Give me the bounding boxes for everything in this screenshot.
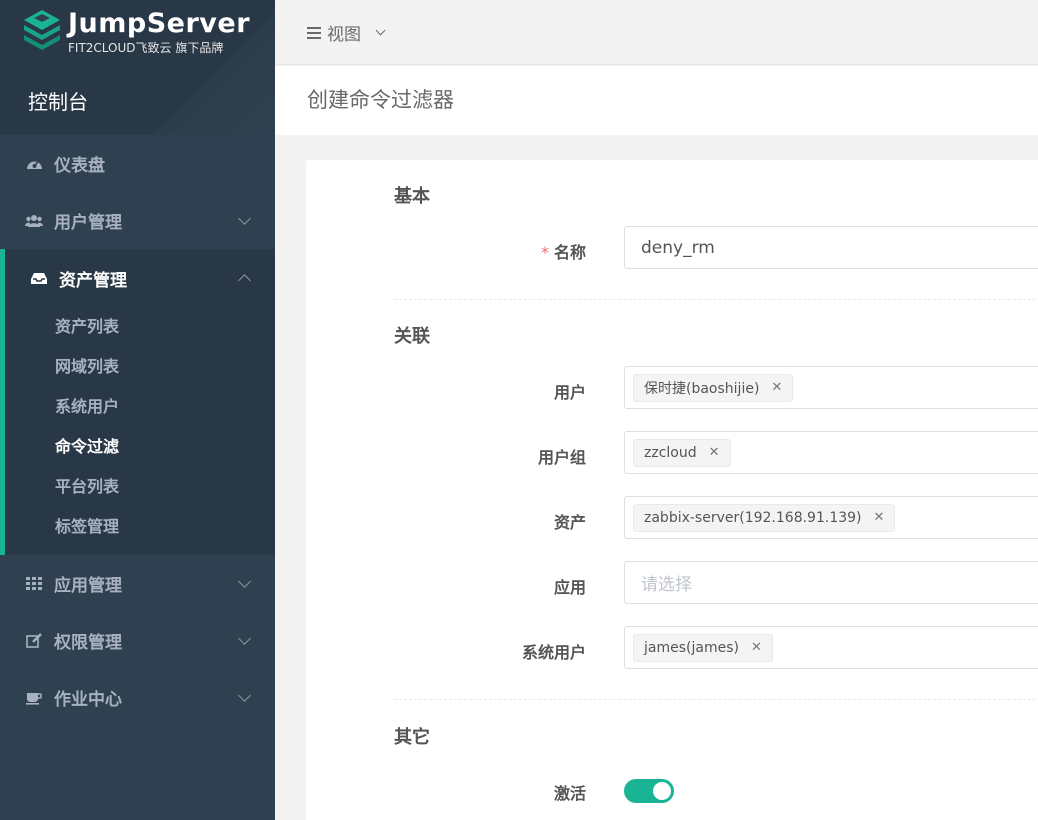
users-select[interactable]: 保时捷(baoshijie) ✕	[624, 366, 1038, 409]
required-mark: *	[540, 243, 549, 262]
sidebar-item-label: 用户管理	[54, 213, 122, 233]
logo[interactable]: JumpServer FIT2CLOUD飞致云 旗下品牌	[22, 8, 250, 55]
assets-label: 资产	[553, 513, 586, 532]
sidebar-subitem-domain-list[interactable]: 网域列表	[5, 347, 275, 387]
user-group-tag: zzcloud ✕	[633, 438, 731, 467]
chevron-down-icon	[238, 574, 251, 588]
inbox-icon	[30, 270, 48, 286]
users-icon	[25, 213, 43, 229]
sidebar: JumpServer FIT2CLOUD飞致云 旗下品牌 控制台 仪表盘 用户管…	[0, 0, 275, 820]
sidebar-item-permissions[interactable]: 权限管理	[0, 612, 275, 669]
name-input[interactable]: deny_rm	[624, 226, 1038, 269]
sidebar-item-label: 仪表盘	[54, 156, 105, 176]
section-title-relation: 关联	[394, 326, 430, 347]
page-title: 创建命令过滤器	[307, 88, 454, 112]
brand-tagline: FIT2CLOUD飞致云 旗下品牌	[68, 41, 224, 55]
chevron-down-icon	[238, 631, 251, 645]
name-label: * 名称	[540, 243, 586, 262]
view-menu-button[interactable]: 视图	[307, 20, 386, 45]
close-icon[interactable]: ✕	[874, 510, 885, 525]
chevron-up-icon	[238, 274, 251, 287]
chevron-down-icon	[375, 25, 386, 36]
console-title: 控制台	[28, 90, 88, 114]
brand-name: JumpServer	[68, 8, 251, 39]
section-divider	[394, 699, 1038, 700]
system-users-label: 系统用户	[521, 643, 586, 662]
dashboard-icon	[25, 156, 43, 172]
menu-icon	[307, 26, 321, 39]
grid-icon	[25, 576, 43, 592]
top-navbar: 视图	[275, 0, 1038, 65]
sidebar-subitem-system-user[interactable]: 系统用户	[5, 387, 275, 427]
user-groups-label: 用户组	[537, 448, 586, 467]
assets-select[interactable]: zabbix-server(192.168.91.139) ✕	[624, 496, 1038, 539]
edit-icon	[25, 633, 43, 649]
asset-tag: zabbix-server(192.168.91.139) ✕	[633, 503, 896, 532]
chevron-down-icon	[238, 211, 251, 225]
close-icon[interactable]: ✕	[771, 380, 782, 395]
section-title-basic: 基本	[394, 186, 430, 207]
section-title-other: 其它	[394, 727, 430, 748]
active-label: 激活	[553, 784, 586, 803]
brand-header: JumpServer FIT2CLOUD飞致云 旗下品牌 控制台	[0, 0, 275, 135]
form-card: 基本 * 名称 deny_rm 关联 用户 保时捷(baoshijie) ✕ 用户组…	[306, 160, 1038, 820]
applications-placeholder: 请选择	[641, 575, 692, 595]
system-user-tag: james(james) ✕	[633, 633, 773, 662]
system-users-select[interactable]: james(james) ✕	[624, 626, 1038, 669]
sidebar-item-label: 资产管理	[59, 270, 127, 291]
sidebar-group-assets: 资产管理 资产列表 网域列表 系统用户 命令过滤 平台列表 标签管理	[0, 249, 275, 555]
sidebar-subitem-asset-list[interactable]: 资产列表	[5, 307, 275, 347]
sidebar-item-dashboard[interactable]: 仪表盘	[0, 135, 275, 192]
sidebar-subitem-label-management[interactable]: 标签管理	[5, 507, 275, 547]
active-toggle[interactable]	[624, 779, 674, 803]
sidebar-subitem-platform-list[interactable]: 平台列表	[5, 467, 275, 507]
applications-label: 应用	[553, 578, 586, 597]
sidebar-item-jobs[interactable]: 作业中心	[0, 669, 275, 726]
close-icon[interactable]: ✕	[709, 445, 720, 460]
chevron-down-icon	[238, 688, 251, 702]
user-tag: 保时捷(baoshijie) ✕	[633, 373, 794, 402]
sidebar-item-assets[interactable]: 资产管理	[5, 249, 275, 307]
sidebar-item-users[interactable]: 用户管理	[0, 192, 275, 249]
close-icon[interactable]: ✕	[751, 640, 762, 655]
coffee-icon	[25, 690, 43, 706]
sidebar-item-label: 应用管理	[54, 576, 122, 596]
sidebar-item-applications[interactable]: 应用管理	[0, 555, 275, 612]
sidebar-item-label: 权限管理	[54, 633, 122, 653]
sidebar-item-label: 作业中心	[54, 690, 122, 710]
asset-submenu: 资产列表 网域列表 系统用户 命令过滤 平台列表 标签管理	[5, 307, 275, 555]
section-divider	[394, 299, 1038, 300]
jumpserver-logo-icon	[24, 10, 60, 50]
sidebar-subitem-command-filter[interactable]: 命令过滤	[5, 427, 275, 467]
view-menu-label: 视图	[327, 25, 361, 45]
applications-select[interactable]: 请选择	[624, 561, 1038, 604]
toggle-knob	[653, 782, 671, 800]
page-heading: 创建命令过滤器	[275, 66, 1038, 135]
user-groups-select[interactable]: zzcloud ✕	[624, 431, 1038, 474]
users-label: 用户	[553, 383, 586, 402]
